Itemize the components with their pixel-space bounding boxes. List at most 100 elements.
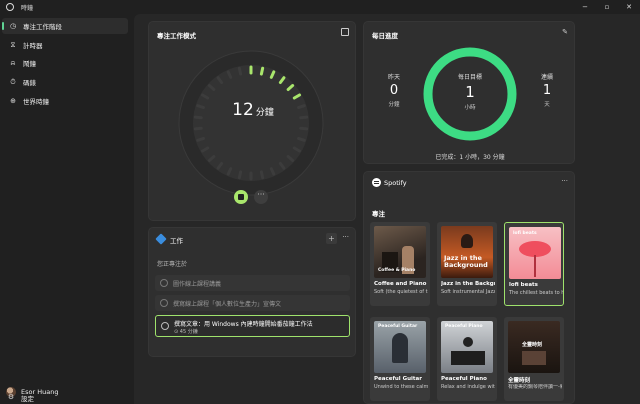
task-label: 撰寫文章：用 Windows 內建時鐘開始番茄鐘工作法 (174, 321, 313, 328)
stat-value: 1 (465, 83, 475, 101)
timer-unit: 分鐘 (255, 108, 274, 118)
stopwatch-icon: ⏱ (10, 78, 16, 86)
tasks-title: 工作 (170, 237, 183, 245)
globe-icon: ⊕ (10, 97, 16, 105)
playlist-card[interactable]: Coffee & Piano Coffee and Piano Soft (th… (370, 222, 430, 306)
main-content: 專注工作模式 12 分鐘 ··· 每日進度 ✎ 昨天 0 分鐘 每日目標 1 小時 (134, 14, 640, 404)
timer-icon: ⧖ (10, 41, 16, 49)
playlist-name: Peaceful Guitar (374, 376, 422, 382)
dial-tick (196, 136, 205, 142)
gear-icon[interactable]: ⚙ (6, 392, 16, 402)
cover-text: 全靈時刻 (522, 342, 543, 348)
sidebar: ◷ 專注工作階段 ⧖ 計時器 ⍾ 鬧鐘 ⏱ 碼錶 ⊕ 世界時鐘 Esor Hua… (0, 14, 130, 404)
task-item[interactable]: 撰寫線上課程「個人數位生產力」宣傳文 (155, 295, 350, 311)
sidebar-item-label: 世界時鐘 (23, 98, 49, 106)
task-item[interactable]: 圖作線上課程講義 (155, 275, 350, 291)
app-title: 時鐘 (21, 5, 34, 12)
playlist-card[interactable]: Peaceful Guitar Peaceful Guitar Unwind t… (370, 317, 430, 401)
stat-yesterday: 昨天 0 分鐘 (374, 72, 414, 108)
playlist-card[interactable]: Jazz in the Background Jazz in the Backg… (437, 222, 497, 306)
close-button[interactable]: ✕ (624, 2, 634, 12)
minimize-button[interactable]: − (580, 2, 590, 12)
spotify-card: Spotify ··· 專注 Coffee & Piano Coffee and… (363, 171, 575, 404)
cover-text: Peaceful Guitar (378, 324, 418, 329)
task-item-selected[interactable]: 撰寫文章：用 Windows 內建時鐘開始番茄鐘工作法 ⊙ 45 分鐘 (155, 315, 350, 337)
playlist-desc: The chillest beats to help you relax, st… (509, 290, 563, 296)
add-task-button[interactable]: + (326, 233, 337, 244)
playlist-desc: Soft (the quietest of them all), subtle,… (374, 289, 428, 295)
pencil-icon[interactable]: ✎ (562, 28, 568, 36)
playlist-cover: Peaceful Guitar (374, 321, 426, 373)
dial-tick (237, 66, 243, 76)
focus-card-title: 專注工作模式 (157, 32, 196, 40)
playlist-desc: Relax and indulge with beautiful piano..… (441, 384, 495, 390)
task-label: 圖作線上課程講義 (173, 281, 222, 288)
stat-streak: 連續 1 天 (527, 72, 567, 108)
expand-icon[interactable] (341, 28, 349, 36)
stat-value: 1 (542, 83, 552, 98)
stop-button[interactable] (234, 190, 248, 204)
dial-tick (299, 126, 309, 131)
stat-unit: 天 (544, 102, 550, 108)
task-checkbox[interactable] (160, 299, 168, 307)
focus-on-label: 您正專注於 (157, 261, 188, 268)
cover-text: Peaceful Piano (445, 324, 483, 329)
task-label: 撰寫線上課程「個人數位生產力」宣傳文 (173, 301, 282, 308)
timer-dial[interactable] (178, 50, 324, 196)
progress-card-title: 每日進度 (372, 32, 398, 40)
daily-progress-card: 每日進度 ✎ 昨天 0 分鐘 每日目標 1 小時 連續 1 天 已完成：1 小時… (363, 21, 575, 164)
sidebar-item-label: 鬧鐘 (23, 60, 36, 68)
stat-unit: 小時 (464, 105, 476, 111)
playlist-name: Peaceful Piano (441, 376, 487, 382)
stat-label: 連續 (540, 74, 553, 81)
sidebar-item-timer[interactable]: ⧖ 計時器 (2, 37, 128, 53)
sidebar-item-world-clock[interactable]: ⊕ 世界時鐘 (2, 93, 128, 109)
task-checkbox[interactable] (161, 322, 169, 330)
dial-tick (237, 170, 243, 180)
cover-text: Coffee & Piano (378, 268, 416, 273)
stat-goal[interactable]: 每日目標 1 小時 (420, 72, 520, 111)
sidebar-item-stopwatch[interactable]: ⏱ 碼錶 (2, 74, 128, 90)
tasks-more-button[interactable]: ··· (342, 233, 349, 241)
playlist-name: lofi beats (509, 282, 538, 288)
sidebar-item-label: 專注工作階段 (23, 23, 62, 31)
timer-minutes: 12 (232, 100, 254, 120)
playlist-cover: Coffee & Piano (374, 226, 426, 278)
playlist-desc: Soft instrumental Jazz for all your... (441, 289, 495, 295)
task-checkbox[interactable] (160, 279, 168, 287)
settings-link[interactable]: 設定 (21, 393, 34, 403)
playlist-card-selected[interactable]: lofi beats lofi beats The chillest beats… (504, 222, 564, 306)
completed-text: 已完成：1 小時，30 分鐘 (435, 154, 505, 161)
stat-unit: 分鐘 (388, 102, 400, 108)
stat-value: 0 (389, 83, 399, 98)
playlist-cover: Jazz in the Background (441, 226, 493, 278)
section-title: 專注 (372, 210, 385, 218)
title-bar: 時鐘 − ▫ ✕ (0, 0, 640, 14)
playlist-cover: 全靈時刻 (508, 321, 560, 373)
playlist-cover: Peaceful Piano (441, 321, 493, 373)
playlist-card[interactable]: 全靈時刻 全靈時刻 有優美的鋼琴陪伴讀一-就像身處於怡... (504, 317, 564, 401)
playlist-card[interactable]: Peaceful Piano Peaceful Piano Relax and … (437, 317, 497, 401)
task-duration: ⊙ 45 分鐘 (174, 329, 198, 335)
focus-session-card: 專注工作模式 12 分鐘 ··· (148, 21, 356, 221)
maximize-button[interactable]: ▫ (602, 2, 612, 12)
playlist-cover: lofi beats (509, 227, 561, 279)
todo-icon (155, 233, 167, 245)
sidebar-item-label: 碼錶 (23, 79, 36, 87)
focus-icon: ◷ (9, 22, 17, 30)
dial-tick (297, 136, 306, 142)
sidebar-item-focus-sessions[interactable]: ◷ 專注工作階段 (2, 18, 128, 34)
spotify-title: Spotify (384, 179, 407, 187)
spotify-more-button[interactable]: ··· (561, 177, 568, 185)
alarm-icon: ⍾ (10, 59, 16, 67)
dial-tick (259, 170, 265, 180)
more-options-button[interactable]: ··· (254, 190, 268, 204)
spotify-icon (372, 178, 381, 187)
stat-label: 每日目標 (457, 74, 482, 81)
playlist-name: 全靈時刻 (508, 378, 531, 384)
sidebar-item-alarm[interactable]: ⍾ 鬧鐘 (2, 55, 128, 71)
cover-text: Jazz in the Background (444, 254, 488, 269)
cover-text: lofi beats (513, 231, 537, 236)
clock-app-icon (6, 3, 14, 11)
stat-label: 昨天 (387, 74, 400, 81)
